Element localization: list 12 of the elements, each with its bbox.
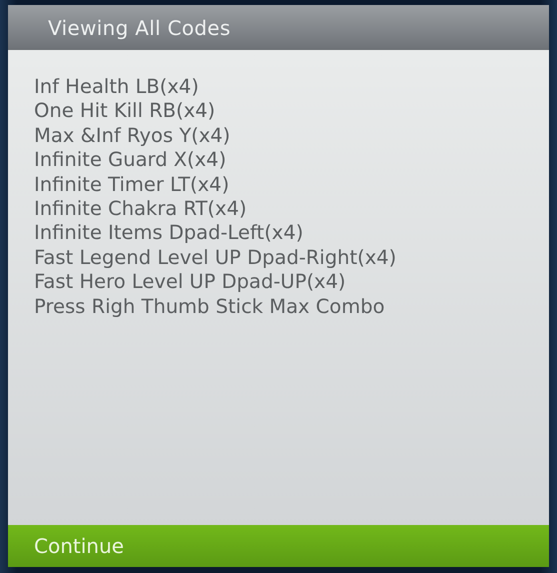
code-item: Infinite Chakra RT(x4)	[34, 198, 248, 219]
continue-button[interactable]: Continue	[8, 525, 549, 567]
code-item: Fast Legend Level UP Dpad-Right(x4)	[34, 246, 398, 268]
code-item: Infinite Items Dpad-Left(x4)	[34, 222, 304, 244]
code-item: One Hit Kill RB(x4)	[34, 100, 216, 122]
code-item: Max &Inf Ryos Y(x4)	[34, 124, 232, 146]
code-item: Infinite Timer LT(x4)	[34, 174, 230, 195]
code-item: Inf Health LB(x4)	[34, 76, 200, 97]
code-item: Press Righ Thumb Stick Max Combo	[34, 296, 386, 317]
dialog-title: Viewing All Codes	[8, 5, 549, 50]
code-item: Infinite Guard X(x4)	[34, 149, 228, 170]
code-item: Fast Hero Level UP Dpad-UP(x4)	[34, 271, 347, 292]
